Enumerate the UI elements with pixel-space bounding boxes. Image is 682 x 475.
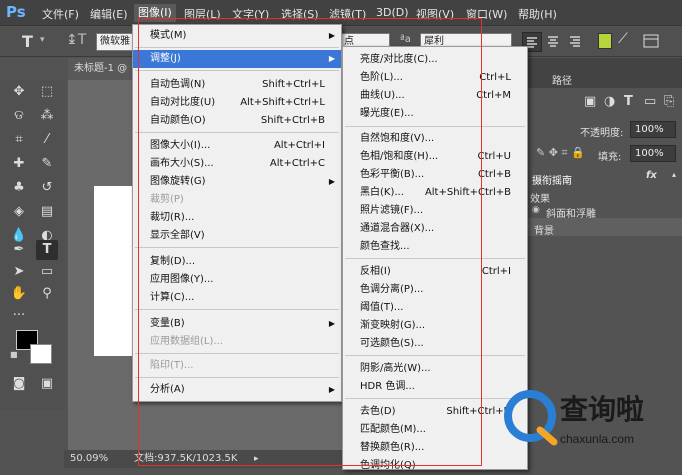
layer-name[interactable]: 摄衔摇南 xyxy=(532,172,572,187)
fill-input[interactable]: 100% xyxy=(630,145,676,162)
effects-label: 效果 xyxy=(530,194,550,205)
healing-tool-icon[interactable]: ✚ xyxy=(8,154,30,174)
photoshop-logo: Ps xyxy=(6,3,26,21)
zoom-tool-icon[interactable]: ⚲ xyxy=(36,284,58,304)
document-canvas[interactable] xyxy=(94,186,134,356)
menu-file[interactable]: 文件(F) xyxy=(42,6,79,22)
watermark-brand: 查询啦 xyxy=(560,393,645,426)
align-center-button[interactable] xyxy=(544,32,564,52)
quick-mask-icon[interactable]: ◙ xyxy=(8,374,30,394)
text-orientation-icon[interactable]: ↨T xyxy=(66,32,86,48)
path-select-tool-icon[interactable]: ➤ xyxy=(8,262,30,282)
background-color-swatch[interactable] xyxy=(30,344,52,364)
rectangle-tool-icon[interactable]: ▭ xyxy=(36,262,58,282)
character-panel-button[interactable] xyxy=(642,32,660,50)
fill-label: 填充: xyxy=(598,152,622,163)
menu-edit[interactable]: 编辑(E) xyxy=(90,6,128,22)
adjust-filter-icon[interactable]: ◑ xyxy=(604,94,615,109)
shape-filter-icon[interactable]: ▭ xyxy=(644,94,656,109)
align-right-button[interactable] xyxy=(566,32,586,52)
eraser-tool-icon[interactable]: ◈ xyxy=(8,202,30,222)
watermark-url: chaxunla.com xyxy=(560,432,635,446)
dropdown-arrow-icon[interactable]: ▾ xyxy=(40,35,45,45)
tab-paths[interactable]: 路径 xyxy=(552,72,572,87)
more-tools-icon[interactable]: ··· xyxy=(8,306,30,326)
opacity-input[interactable]: 100% xyxy=(630,121,676,138)
annotation-frame xyxy=(138,18,482,466)
gradient-tool-icon[interactable]: ▤ xyxy=(36,202,58,222)
align-center-icon xyxy=(548,36,558,47)
clone-stamp-tool-icon[interactable]: ♣ xyxy=(8,178,30,198)
move-tool-icon[interactable]: ✥ xyxy=(8,82,30,102)
type-tool-icon[interactable]: T xyxy=(22,32,33,51)
crop-tool-icon[interactable]: ⌗ xyxy=(8,130,30,150)
text-color-swatch[interactable] xyxy=(598,33,612,49)
background-layer-name[interactable]: 背景 xyxy=(534,222,554,237)
document-tab[interactable]: 未标题-1 @ xyxy=(68,58,138,80)
text-filter-icon[interactable]: T xyxy=(624,94,633,109)
hand-tool-icon[interactable]: ✋ xyxy=(8,284,30,304)
eyedropper-tool-icon[interactable]: ⁄ xyxy=(36,130,58,150)
panel-toggle-icon xyxy=(643,34,659,48)
layer-fx-label[interactable]: fx xyxy=(646,170,657,181)
screen-mode-icon[interactable]: ▣ xyxy=(36,374,58,394)
menu-help[interactable]: 帮助(H) xyxy=(518,6,557,22)
warp-text-icon[interactable]: ⟋ xyxy=(618,31,628,47)
opacity-label: 不透明度: xyxy=(580,128,624,139)
watermark-logo: 查询啦 chaxunla.com xyxy=(500,380,678,462)
brush-tool-icon[interactable]: ✎ xyxy=(36,154,58,174)
collapse-effects-icon[interactable]: ▴ xyxy=(672,170,676,179)
effect-bevel-emboss[interactable]: 斜面和浮雕 xyxy=(546,205,596,220)
align-right-icon xyxy=(570,36,580,47)
default-colors-icon[interactable]: ■ xyxy=(10,350,18,359)
zoom-level[interactable]: 50.09% xyxy=(70,450,108,468)
history-brush-tool-icon[interactable]: ↺ xyxy=(36,178,58,198)
pen-tool-icon[interactable]: ✒ xyxy=(8,240,30,260)
font-family-select[interactable]: 微软雅 xyxy=(96,33,134,51)
lock-icons[interactable]: ✎ ✥ ⌗ 🔒 xyxy=(536,146,585,160)
image-filter-icon[interactable]: ▣ xyxy=(584,94,596,109)
type-tool-icon-selected[interactable]: T xyxy=(36,240,58,260)
effect-visibility-icon[interactable]: ◉ xyxy=(532,205,540,215)
lasso-tool-icon[interactable]: ଡ xyxy=(8,106,30,126)
tools-panel: ✥ ⬚ ଡ ⁂ ⌗ ⁄ ✚ ✎ ♣ ↺ ◈ ▤ 💧 ◐ ✒ T ➤ ▭ ✋ ⚲ … xyxy=(0,80,66,410)
marquee-tool-icon[interactable]: ⬚ xyxy=(36,82,58,102)
smart-filter-icon[interactable]: ⎘ xyxy=(664,94,674,109)
quick-select-tool-icon[interactable]: ⁂ xyxy=(36,106,58,126)
